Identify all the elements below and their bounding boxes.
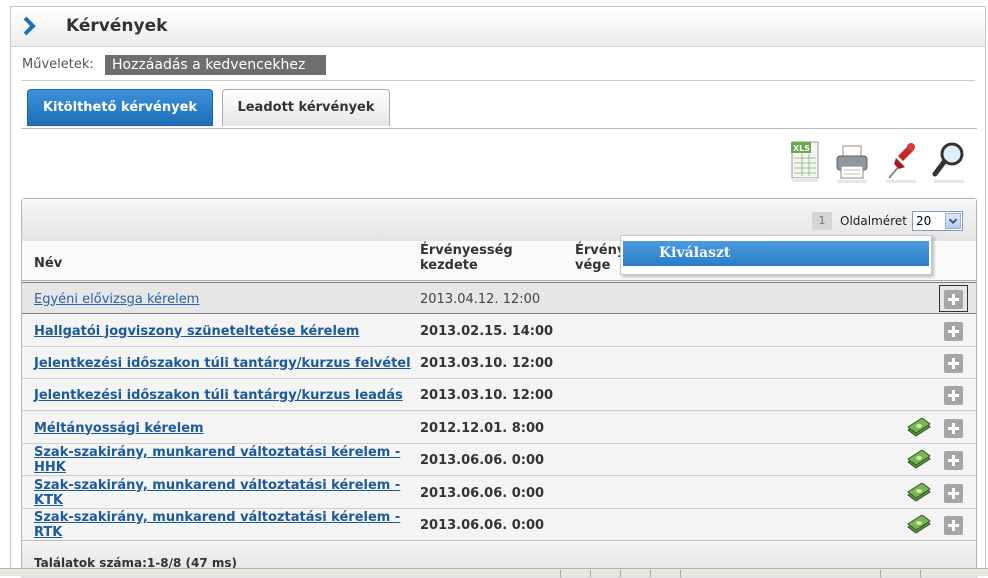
request-name-link[interactable]: Jelentkezési időszakon túli tantárgy/kur…	[34, 347, 416, 379]
xls-export-icon[interactable]: XLS	[788, 138, 824, 186]
validity-start: 2013.06.06. 0:00	[420, 453, 545, 468]
expand-plus-button[interactable]	[944, 290, 963, 309]
divider	[21, 128, 977, 129]
chevron-right-icon[interactable]	[23, 16, 37, 36]
table-row[interactable]: Méltányossági kérelem 2012.12.01. 8:00	[22, 412, 976, 444]
validity-start: 2013.02.15. 14:00	[420, 324, 554, 339]
context-menu: Kiválaszt	[620, 235, 932, 275]
validity-start: 2013.03.10. 12:00	[420, 388, 554, 403]
expand-plus-button[interactable]	[944, 386, 963, 405]
panel-header: Kérvények	[11, 7, 985, 47]
money-icon	[907, 418, 931, 437]
expand-plus-button[interactable]	[944, 419, 963, 438]
search-icon[interactable]	[931, 138, 967, 186]
tab-fillable-requests[interactable]: Kitölthető kérvények	[27, 89, 213, 126]
request-name-link[interactable]: Méltányossági kérelem	[34, 412, 416, 444]
column-header-start[interactable]: Érvényesség kezdete	[420, 243, 560, 273]
money-icon	[907, 483, 931, 502]
expand-plus-button[interactable]	[944, 322, 963, 341]
pin-icon[interactable]	[883, 138, 919, 186]
request-name-link[interactable]: Szak-szakirány, munkarend változtatási k…	[34, 477, 416, 509]
expand-plus-button[interactable]	[944, 484, 963, 503]
table-row[interactable]: Szak-szakirány, munkarend változtatási k…	[22, 477, 976, 509]
table-row[interactable]: Egyéni elővizsga kérelem 2013.04.12. 12:…	[22, 282, 976, 314]
page-size-label: Oldalméret	[840, 214, 907, 228]
table-row[interactable]: Szak-szakirány, munkarend változtatási k…	[22, 444, 976, 476]
page-size-select[interactable]: 20	[912, 211, 963, 231]
validity-start: 2013.06.06. 0:00	[420, 486, 545, 501]
chevron-down-icon[interactable]	[945, 213, 961, 229]
request-name-link[interactable]: Szak-szakirány, munkarend változtatási k…	[34, 509, 416, 541]
print-icon[interactable]	[834, 138, 870, 186]
validity-start: 2013.03.10. 12:00	[420, 356, 554, 371]
validity-start: 2013.04.12. 12:00	[420, 292, 541, 307]
expand-plus-button[interactable]	[944, 354, 963, 373]
request-name-link[interactable]: Hallgatói jogviszony szüneteltetése kére…	[34, 315, 416, 347]
browser-status-bar	[0, 568, 988, 577]
table-row[interactable]: Hallgatói jogviszony szüneteltetése kére…	[22, 315, 976, 347]
tab-submitted-requests[interactable]: Leadott kérvények	[222, 89, 390, 126]
request-name-link[interactable]: Szak-szakirány, munkarend változtatási k…	[34, 444, 416, 476]
validity-start: 2012.12.01. 8:00	[420, 421, 545, 436]
svg-text:XLS: XLS	[793, 144, 810, 153]
table-row[interactable]: Jelentkezési időszakon túli tantárgy/kur…	[22, 347, 976, 379]
select-menu-item[interactable]: Kiválaszt	[623, 241, 929, 266]
money-icon	[907, 450, 931, 469]
operations-label: Műveletek:	[22, 57, 94, 72]
money-icon	[907, 515, 931, 534]
divider	[21, 80, 975, 81]
page-size-value: 20	[916, 214, 932, 228]
expand-plus-button[interactable]	[944, 516, 963, 535]
column-header-name[interactable]: Név	[34, 256, 62, 271]
table-row[interactable]: Jelentkezési időszakon túli tantárgy/kur…	[22, 379, 976, 411]
request-name-link[interactable]: Egyéni elővizsga kérelem	[34, 283, 416, 315]
requests-panel: Kérvények Műveletek: Hozzáadás a kedvenc…	[10, 6, 986, 578]
add-to-favorites-button[interactable]: Hozzáadás a kedvencekhez	[105, 55, 326, 75]
page-number[interactable]: 1	[812, 212, 832, 230]
column-header-end[interactable]: Érvény vége	[575, 243, 625, 273]
page-title: Kérvények	[66, 16, 168, 36]
table-row[interactable]: Szak-szakirány, munkarend változtatási k…	[22, 509, 976, 541]
request-name-link[interactable]: Jelentkezési időszakon túli tantárgy/kur…	[34, 379, 416, 411]
expand-plus-button[interactable]	[944, 451, 963, 470]
validity-start: 2013.06.06. 0:00	[420, 518, 545, 533]
